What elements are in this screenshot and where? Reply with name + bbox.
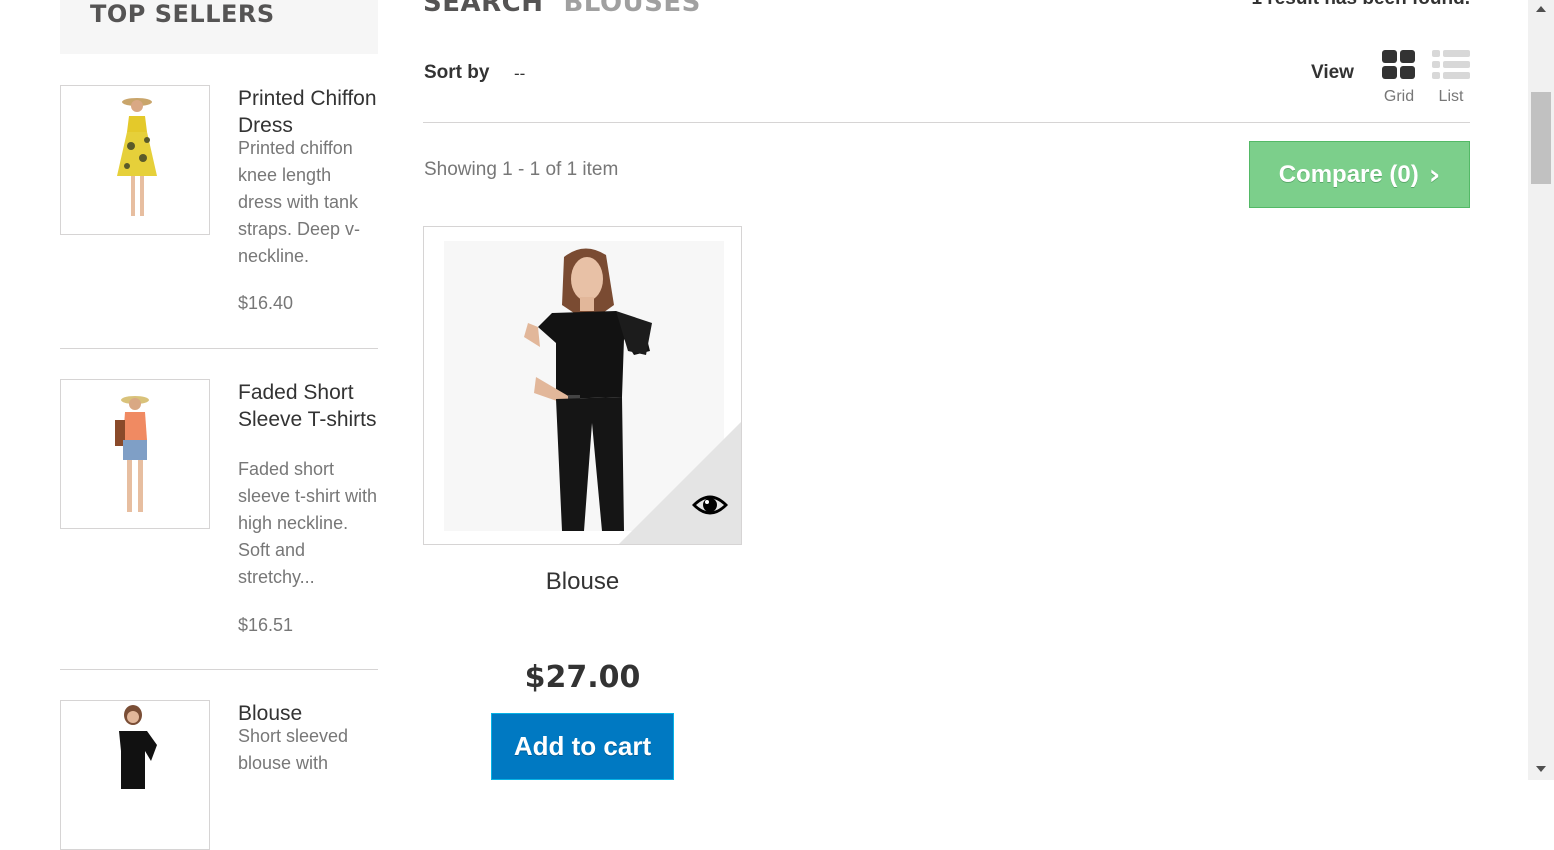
compare-button[interactable]: Compare (0) › (1249, 141, 1470, 208)
printed-dress-image (61, 86, 209, 234)
sidebar-divider (60, 348, 378, 349)
product-thumbnail[interactable] (60, 85, 210, 235)
scroll-up-arrow-icon[interactable] (1536, 6, 1546, 12)
top-seller-name[interactable]: Printed Chiffon Dress (238, 85, 378, 139)
list-view-button[interactable]: List (1431, 50, 1471, 106)
page-heading-query: BLOUSES (563, 0, 701, 18)
top-seller-description: Faded short sleeve t-shirt with high nec… (238, 459, 378, 587)
results-count: 1 result has been found. (1251, 0, 1470, 10)
product-price: $27.00 (524, 660, 641, 695)
quick-view-corner[interactable] (619, 422, 741, 544)
product-thumbnail[interactable] (60, 700, 210, 850)
faded-tshirt-image (61, 380, 209, 528)
product-image-container[interactable] (423, 226, 742, 545)
view-label: View (1311, 62, 1354, 83)
blouse-thumbnail-image (61, 701, 209, 849)
page-heading: SEARCH BLOUSES (423, 0, 701, 18)
sort-by-select[interactable]: -- (514, 64, 525, 84)
sort-by-label: Sort by (424, 62, 490, 83)
product-thumbnail[interactable] (60, 379, 210, 529)
top-seller-description: Short sleeved blouse with (238, 726, 349, 773)
top-seller-price: $16.51 (238, 615, 294, 635)
grid-view-icon (1382, 50, 1415, 79)
eye-icon[interactable] (691, 492, 729, 518)
grid-view-button[interactable]: Grid (1379, 50, 1419, 106)
sidebar-divider (60, 669, 378, 670)
list-view-icon (1432, 50, 1470, 79)
top-seller-price: $16.40 (238, 293, 294, 313)
scroll-down-arrow-icon[interactable] (1536, 766, 1546, 772)
toolbar-divider (423, 122, 1470, 123)
page-heading-title: SEARCH (423, 0, 544, 18)
chevron-right-icon: › (1428, 158, 1441, 191)
top-seller-name[interactable]: Faded Short Sleeve T-shirts (238, 379, 378, 433)
top-sellers-heading: TOP SELLERS (90, 0, 275, 28)
grid-view-label: Grid (1383, 88, 1415, 105)
top-sellers-heading-block: TOP SELLERS (60, 0, 378, 54)
scrollbar-thumb[interactable] (1531, 92, 1551, 184)
list-view-label: List (1438, 88, 1464, 105)
showing-count: Showing 1 - 1 of 1 item (424, 159, 619, 180)
compare-button-label: Compare (0) (1278, 160, 1419, 188)
top-seller-description: Printed chiffon knee length dress with t… (238, 138, 361, 266)
add-to-cart-button[interactable]: Add to cart (491, 713, 674, 780)
product-name[interactable]: Blouse (423, 568, 742, 596)
vertical-scrollbar[interactable] (1528, 0, 1554, 780)
